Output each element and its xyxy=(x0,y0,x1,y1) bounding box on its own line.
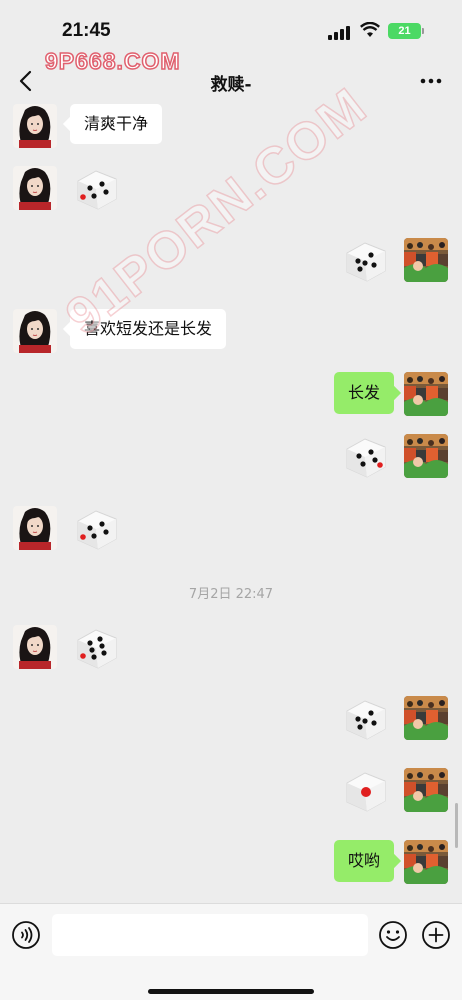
dice-pip xyxy=(87,640,93,646)
chat-timestamp: 7月2日 22:47 xyxy=(188,587,274,602)
dice-pip xyxy=(371,720,377,726)
my-avatar[interactable] xyxy=(404,840,448,884)
contact-avatar[interactable] xyxy=(13,166,57,210)
dice-pip xyxy=(99,521,105,527)
voice-icon xyxy=(12,921,40,949)
scrollbar[interactable] xyxy=(455,803,458,848)
my-avatar[interactable] xyxy=(404,696,448,740)
my-avatar[interactable] xyxy=(404,434,448,478)
dice-message[interactable] xyxy=(72,164,122,214)
contact-avatar[interactable] xyxy=(13,104,57,148)
dice-pip xyxy=(103,529,109,535)
dice-pip xyxy=(91,533,97,539)
emoji-icon xyxy=(379,921,407,949)
sent-message[interactable]: 哎哟 xyxy=(333,840,394,882)
dice-pip xyxy=(101,650,107,656)
contact-avatar[interactable] xyxy=(13,625,57,669)
contact-avatar[interactable] xyxy=(13,309,57,353)
dice-pip xyxy=(377,462,383,468)
dice-message[interactable] xyxy=(341,766,391,816)
dice-pip xyxy=(357,724,363,730)
my-avatar[interactable] xyxy=(404,768,448,812)
emoji-button[interactable] xyxy=(378,920,408,950)
dice-pip xyxy=(80,653,86,659)
more-button[interactable] xyxy=(412,66,448,96)
dice-pip xyxy=(371,262,377,268)
received-message[interactable]: 清爽干净 xyxy=(70,104,163,144)
dice-pip xyxy=(97,636,103,642)
signal-icon xyxy=(328,26,350,40)
nav-bar: 救赎- xyxy=(0,58,462,106)
dice-pip xyxy=(368,710,374,716)
dice-pip xyxy=(87,525,93,531)
dice-pip xyxy=(360,461,366,467)
dice-pip xyxy=(91,654,97,660)
dice-pip xyxy=(368,252,374,258)
sent-message[interactable]: 长发 xyxy=(333,372,394,414)
dice-pip xyxy=(368,449,374,455)
chat-title: 救赎- xyxy=(210,75,252,95)
dice-pip xyxy=(372,457,378,463)
dice-pip xyxy=(91,193,97,199)
plus-icon xyxy=(422,921,450,949)
dice-pip xyxy=(103,189,109,195)
wifi-icon xyxy=(360,22,380,37)
dice-message[interactable] xyxy=(341,694,391,744)
dice-pip xyxy=(99,181,105,187)
dice-pip xyxy=(355,716,361,722)
dice-pip xyxy=(80,194,86,200)
dice-message[interactable] xyxy=(72,504,122,554)
status-time: 21:45 xyxy=(62,20,111,41)
ellipsis-icon xyxy=(420,78,442,84)
dice-pip xyxy=(357,266,363,272)
dice-pip xyxy=(355,258,361,264)
plus-button[interactable] xyxy=(421,920,451,950)
dice-pip xyxy=(87,185,93,191)
dice-pip xyxy=(356,453,362,459)
contact-avatar[interactable] xyxy=(13,506,57,550)
dice-message[interactable] xyxy=(341,236,391,286)
dice-pip xyxy=(361,787,371,797)
battery-indicator: 21 xyxy=(388,23,424,39)
input-bar xyxy=(0,903,462,1000)
message-input[interactable] xyxy=(52,914,368,956)
home-indicator xyxy=(148,989,314,994)
dice-pip xyxy=(99,643,105,649)
dice-pip xyxy=(80,534,86,540)
dice-pip xyxy=(362,718,368,724)
dice-message[interactable] xyxy=(72,623,122,673)
voice-button[interactable] xyxy=(11,920,41,950)
my-avatar[interactable] xyxy=(404,238,448,282)
received-message[interactable]: 喜欢短发还是长发 xyxy=(70,309,227,349)
my-avatar[interactable] xyxy=(404,372,448,416)
dice-message[interactable] xyxy=(341,432,391,482)
dice-pip xyxy=(362,260,368,266)
dice-pip xyxy=(89,647,95,653)
